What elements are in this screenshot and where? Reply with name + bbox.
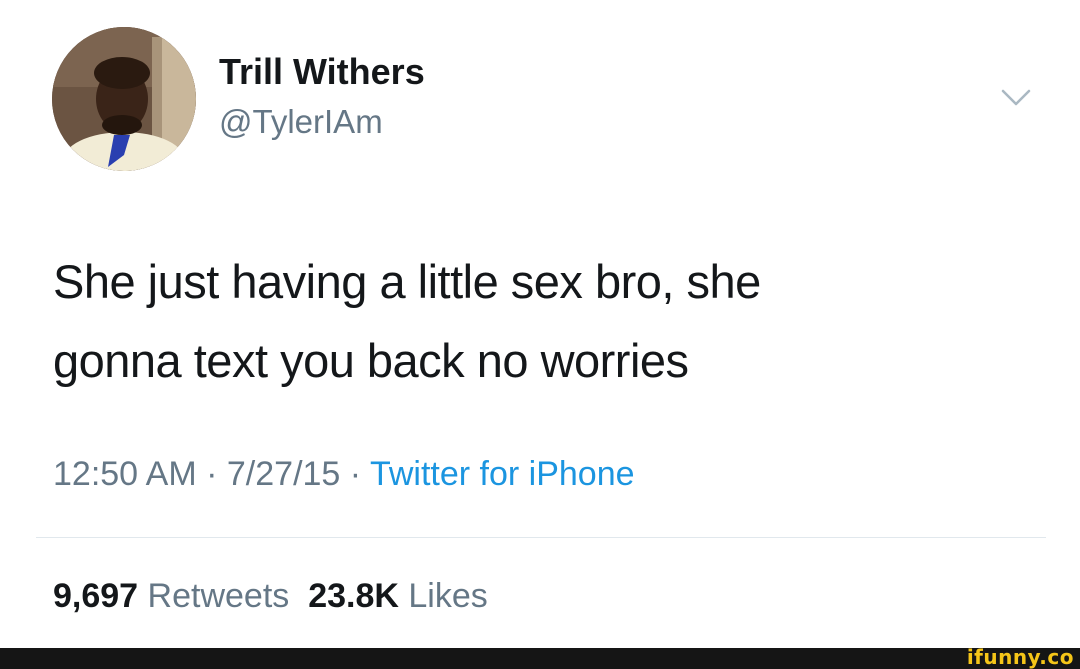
meta-separator: ·	[206, 455, 218, 493]
watermark-logo: ifunny.co	[966, 645, 1074, 669]
avatar[interactable]	[52, 27, 196, 171]
divider	[36, 537, 1046, 538]
likes-label: Likes	[408, 577, 488, 615]
tweet-date[interactable]: 7/27/15	[227, 455, 340, 493]
user-handle[interactable]: @TylerIAm	[219, 103, 383, 141]
retweets-stat[interactable]: 9,697 Retweets	[53, 577, 289, 615]
likes-stat[interactable]: 23.8K Likes	[308, 577, 488, 615]
chevron-down-icon[interactable]	[1000, 88, 1032, 108]
tweet-text: She just having a little sex bro, she go…	[53, 242, 1013, 400]
meta-separator: ·	[349, 455, 362, 493]
likes-count: 23.8K	[308, 577, 399, 615]
tweet-meta: 12:50 AM · 7/27/15 · Twitter for iPhone	[53, 452, 635, 496]
tweet-card: Trill Withers @TylerIAm She just having …	[0, 0, 1080, 648]
avatar-photo	[52, 27, 196, 171]
display-name[interactable]: Trill Withers	[219, 52, 425, 92]
watermark-bar	[0, 648, 1080, 669]
tweet-time[interactable]: 12:50 AM	[53, 455, 197, 493]
tweet-text-line: She just having a little sex bro, she	[53, 255, 761, 308]
retweets-count: 9,697	[53, 577, 139, 615]
tweet-text-line: gonna text you back no worries	[53, 334, 689, 387]
retweets-label: Retweets	[147, 577, 290, 615]
tweet-source-link[interactable]: Twitter for iPhone	[370, 455, 635, 493]
tweet-stats: 9,697 Retweets 23.8K Likes	[53, 574, 488, 618]
